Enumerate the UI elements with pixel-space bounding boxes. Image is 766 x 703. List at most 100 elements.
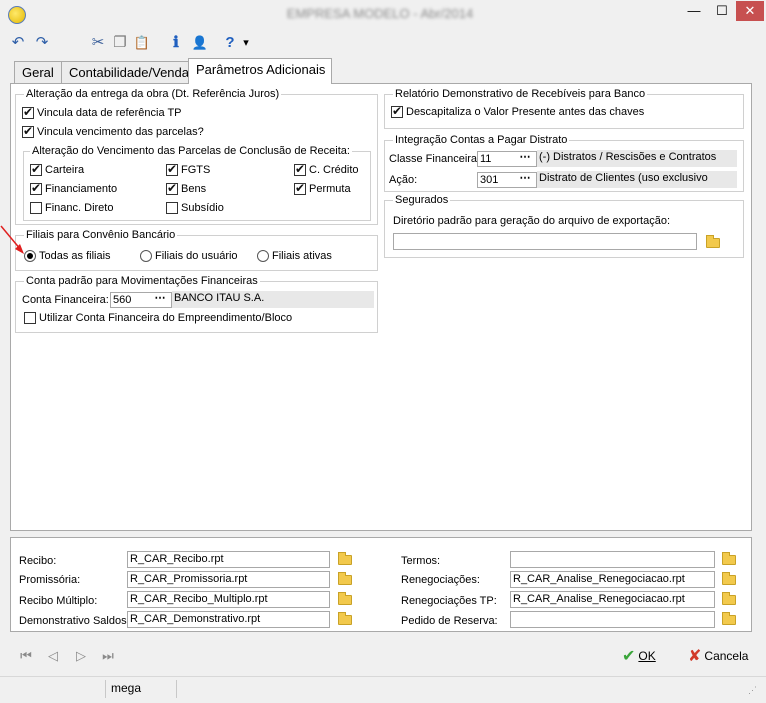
folder-icon[interactable] [338,592,352,605]
classe-financeira-label: Classe Financeira: [389,153,481,165]
diretorio-label: Diretório padrão para geração do arquivo… [393,215,671,227]
checkbox-vincula-vencimento[interactable]: Vincula vencimento das parcelas? [22,124,204,138]
checkbox-box[interactable] [30,181,42,195]
checkbox-box[interactable] [166,162,178,176]
radio-dot[interactable] [140,250,152,262]
checkbox-subsidio[interactable]: Subsídio [166,202,224,214]
radio-label: Filiais ativas [272,250,332,262]
folder-icon[interactable] [706,235,720,248]
folder-icon[interactable] [338,572,352,585]
conta-financeira-label: Conta Financeira: [22,294,109,306]
checkbox-box[interactable] [166,202,178,214]
radio-todas-filiais[interactable]: Todas as filiais [24,250,111,262]
renegociacoes-tp-label: Renegociações TP: [401,595,497,607]
checkbox-bens[interactable]: Bens [166,181,206,195]
checkbox-label: FGTS [181,164,211,176]
user-icon[interactable]: 👤 [190,32,210,54]
radio-filiais-ativas[interactable]: Filiais ativas [257,250,332,262]
group-title: Alteração da entrega da obra (Dt. Referê… [24,88,282,100]
checkbox-box[interactable] [30,162,42,176]
termos-input[interactable] [510,551,715,568]
renegociacoes-input[interactable]: R_CAR_Analise_Renegociacao.rpt [510,571,715,588]
window-title: EMPRESA MODELO - Abr/2014 [286,6,474,21]
group-title: Alteração do Vencimento das Parcelas de … [30,145,352,157]
checkbox-box[interactable] [166,181,178,195]
promissoria-label: Promissória: [19,574,81,586]
checkbox-label: Vincula vencimento das parcelas? [37,126,204,138]
pedido-reserva-label: Pedido de Reserva: [401,615,498,627]
checkbox-box[interactable] [30,202,42,214]
ellipsis-icon[interactable]: ⋯ [515,172,535,188]
classe-financeira-name: (-) Distratos / Rescisões e Contratos [537,150,737,167]
info-icon[interactable]: ℹ [166,32,186,54]
checkbox-c-credito[interactable]: C. Crédito [294,162,359,176]
ellipsis-icon[interactable]: ⋯ [150,292,170,308]
radio-dot[interactable] [257,250,269,262]
checkbox-descapitaliza[interactable]: Descapitaliza o Valor Presente antes das… [391,104,644,118]
last-record-icon[interactable]: ⏭ [99,647,117,665]
folder-icon[interactable] [338,552,352,565]
checkbox-box[interactable] [294,162,306,176]
termos-label: Termos: [401,555,441,567]
renegociacoes-label: Renegociações: [401,574,480,586]
previous-record-icon[interactable]: ◁ [44,647,62,665]
folder-icon[interactable] [722,592,736,605]
checkbox-utilizar-conta[interactable]: Utilizar Conta Financeira do Empreendime… [24,312,292,324]
recibo-multiplo-input[interactable]: R_CAR_Recibo_Multiplo.rpt [127,591,330,608]
cancel-button[interactable]: ✘ Cancela [688,645,748,667]
resize-grip-icon[interactable]: ⋰ [748,685,757,696]
ellipsis-icon[interactable]: ⋯ [515,151,535,167]
folder-icon[interactable] [722,552,736,565]
folder-icon[interactable] [722,612,736,625]
renegociacoes-tp-input[interactable]: R_CAR_Analise_Renegociacao.rpt [510,591,715,608]
checkbox-financiamento[interactable]: Financiamento [30,181,117,195]
folder-icon[interactable] [338,612,352,625]
group-relatorio-demonstrativo: Relatório Demonstrativo de Recebíveis pa… [384,88,744,129]
promissoria-input[interactable]: R_CAR_Promissoria.rpt [127,571,330,588]
checkbox-label: Financ. Direto [45,202,114,214]
undo-icon[interactable]: ↶ [8,32,28,54]
dropdown-icon[interactable]: ▾ [236,32,256,54]
tab-contabilidade-venda[interactable]: Contabilidade/Venda [61,61,189,83]
checkbox-box[interactable] [24,312,36,324]
tab-geral[interactable]: Geral [14,61,62,83]
cut-icon[interactable]: ✂ [88,32,108,54]
checkbox-label: Subsídio [181,202,224,214]
checkbox-label: Permuta [309,183,351,195]
status-separator [105,680,106,698]
checkbox-box[interactable] [294,181,306,195]
diretorio-input[interactable] [393,233,697,250]
tab-parametros-adicionais[interactable]: Parâmetros Adicionais [188,58,332,84]
checkbox-box[interactable] [22,105,34,119]
checkbox-label: Carteira [45,164,85,176]
checkbox-financ-direto[interactable]: Financ. Direto [30,202,113,214]
checkbox-vincula-data[interactable]: Vincula data de referência TP [22,105,182,119]
group-title: Integração Contas a Pagar Distrato [393,134,570,146]
ok-button[interactable]: ✔ OK [622,645,656,667]
checkbox-carteira[interactable]: Carteira [30,162,85,176]
paste-icon[interactable]: 📋 [132,32,152,54]
group-title: Filiais para Convênio Bancário [24,229,178,241]
maximize-icon[interactable]: ☐ [708,1,736,21]
folder-icon[interactable] [722,572,736,585]
checkbox-permuta[interactable]: Permuta [294,181,351,195]
group-entrega-obra: Alteração da entrega da obra (Dt. Referê… [15,88,378,225]
acao-label: Ação: [389,174,418,186]
redo-icon[interactable]: ↷ [32,32,52,54]
status-bar: mega ⋰ [0,676,766,703]
radio-filiais-usuario[interactable]: Filiais do usuário [140,250,238,262]
copy-icon[interactable]: ❐ [110,32,130,54]
first-record-icon[interactable]: ⏮ [17,647,35,665]
checkbox-box[interactable] [22,124,34,138]
checkbox-box[interactable] [391,104,403,118]
tab-panel-parametros: Alteração da entrega da obra (Dt. Referê… [10,83,752,531]
recibo-input[interactable]: R_CAR_Recibo.rpt [127,551,330,568]
next-record-icon[interactable]: ▷ [72,647,90,665]
close-icon[interactable]: ✕ [736,1,764,21]
checkbox-label: Vincula data de referência TP [37,107,182,119]
checkbox-fgts[interactable]: FGTS [166,162,211,176]
demonstrativo-saldos-input[interactable]: R_CAR_Demonstrativo.rpt [127,611,330,628]
pedido-reserva-input[interactable] [510,611,715,628]
title-bar: EMPRESA MODELO - Abr/2014 — ☐ ✕ [0,0,766,32]
minimize-icon[interactable]: — [680,1,708,21]
